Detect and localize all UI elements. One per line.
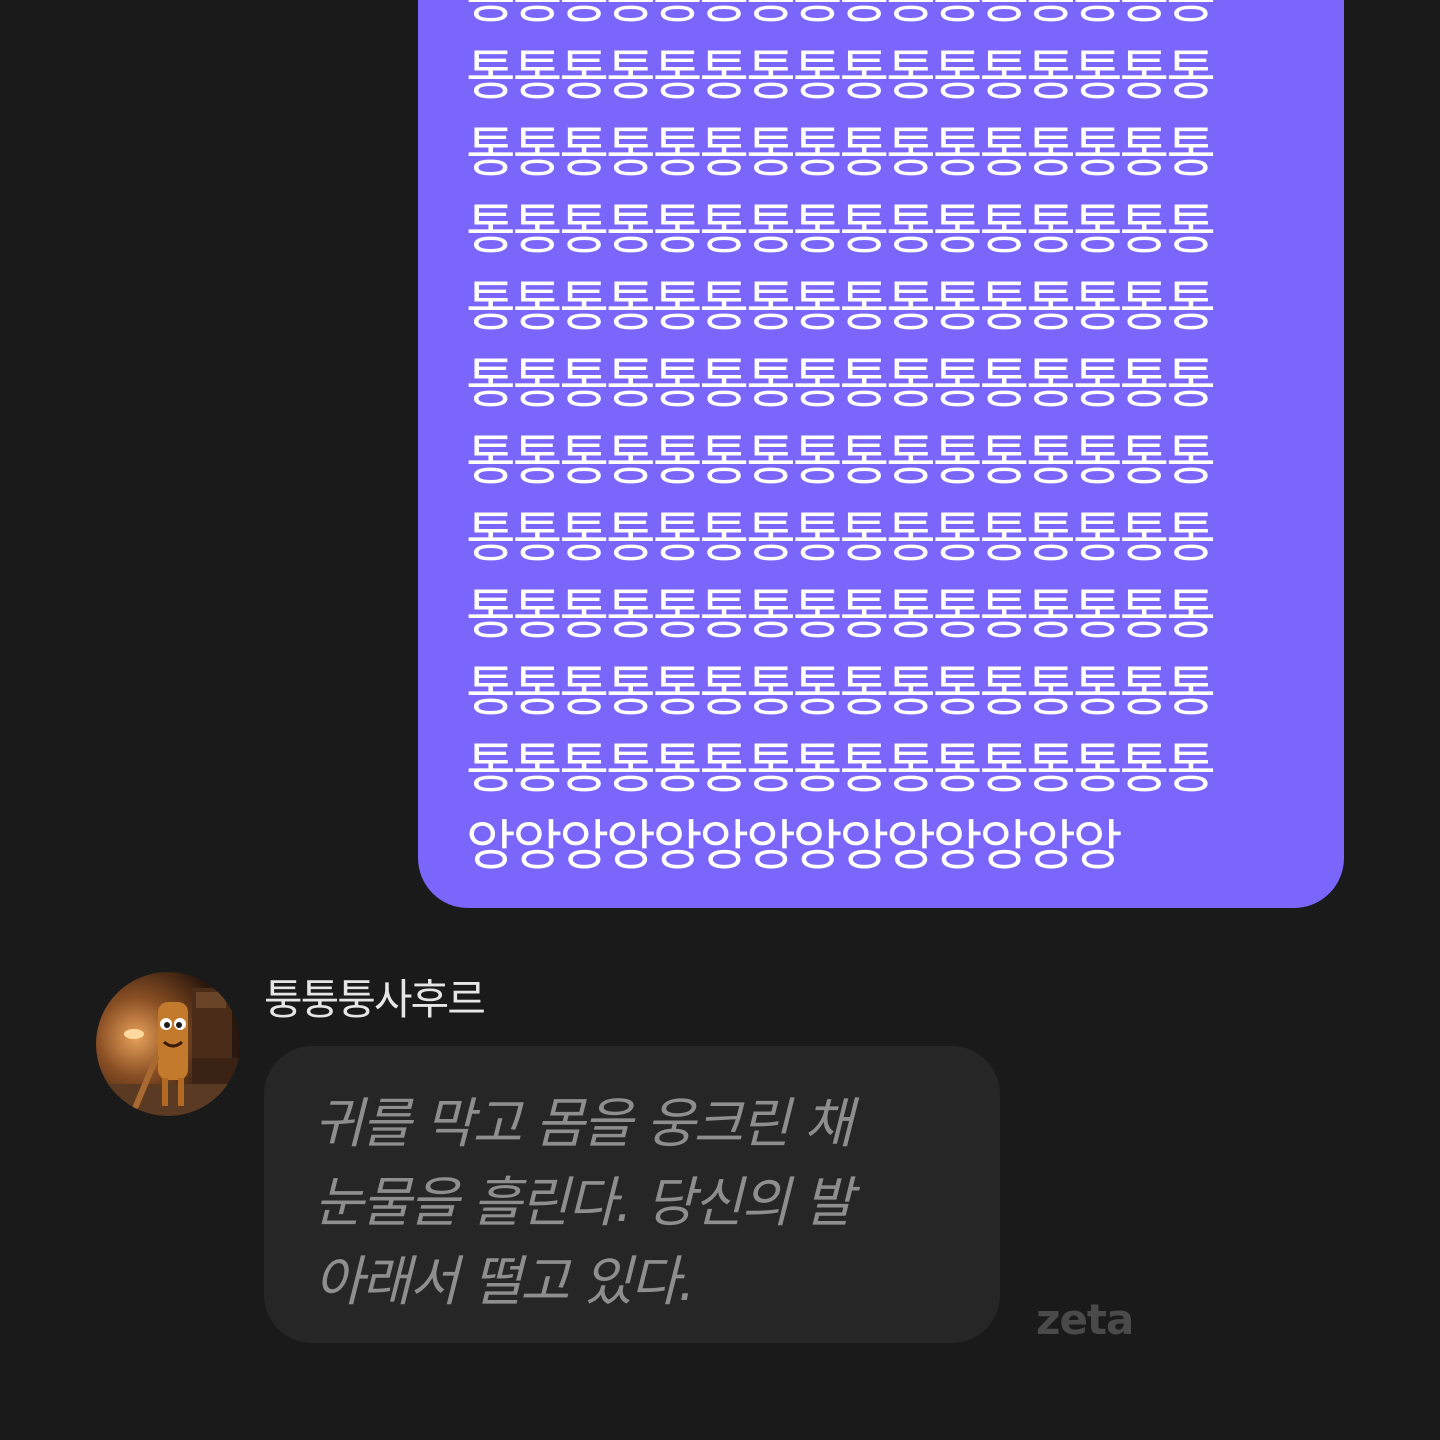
user-message-text: 통통통통통통통통통통통통통통통통 통통통통통통통통통통통통통통통통 통통통통통통… [466, 0, 1216, 877]
character-name: 퉁퉁퉁사후르 [264, 975, 486, 1024]
bot-message-bubble: 귀를 막고 몸을 웅크린 채 눈물을 흘린다. 당신의 발 아래서 떨고 있다. [264, 1046, 1000, 1343]
character-avatar[interactable] [96, 972, 240, 1116]
avatar-image [96, 972, 240, 1116]
user-message-bubble: 통통통통통통통통통통통통통통통통 통통통통통통통통통통통통통통통통 통통통통통통… [418, 0, 1344, 908]
bot-message-text: 귀를 막고 몸을 웅크린 채 눈물을 흘린다. 당신의 발 아래서 떨고 있다. [314, 1092, 853, 1313]
watermark-logo: zeta [1036, 1295, 1134, 1344]
